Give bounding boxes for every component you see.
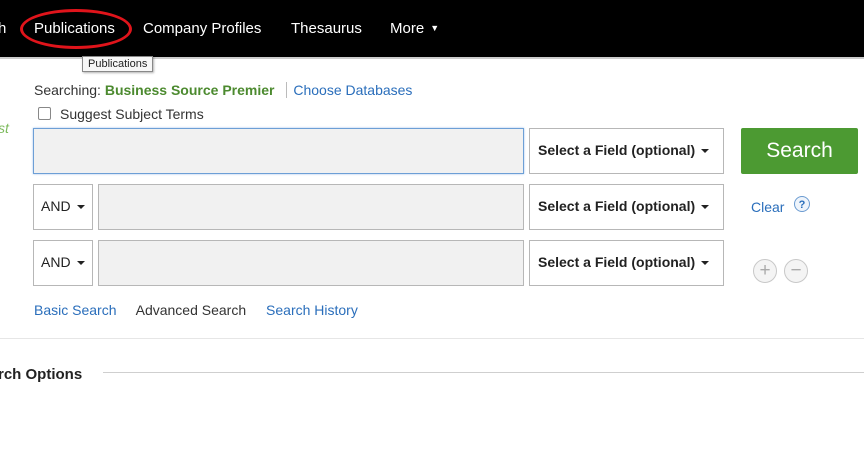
searching-line: Searching: Business Source Premier Choos… [34,82,412,98]
top-navigation-bar: h Publications Company Profiles Thesauru… [0,0,864,59]
field-select-label: Select a Field (optional) [538,142,696,158]
sidebar-fragment-text: st [0,120,9,136]
advanced-search-label: Advanced Search [135,302,247,318]
boolean-label: AND [41,198,71,214]
caret-down-icon [701,149,710,153]
searching-prefix: Searching: [34,82,101,98]
nav-item-thesaurus[interactable]: Thesaurus [291,20,362,37]
separator [286,82,288,98]
boolean-select-3[interactable]: AND [33,240,93,286]
suggest-subject-terms[interactable]: Suggest Subject Terms [38,106,204,122]
search-history-link[interactable]: Search History [266,302,358,318]
caret-down-icon [701,261,710,265]
suggest-checkbox[interactable] [38,107,51,120]
field-select-3[interactable]: Select a Field (optional) [529,240,724,286]
suggest-label: Suggest Subject Terms [60,106,204,122]
search-input-3[interactable] [98,240,524,286]
search-button[interactable]: Search [741,128,858,174]
basic-search-link[interactable]: Basic Search [34,302,116,318]
caret-down-icon: ▼ [430,23,440,33]
search-input-1[interactable] [33,128,524,174]
section-divider [103,372,864,373]
divider [0,338,864,339]
search-options-heading: rch Options [0,366,83,383]
tooltip-publications: Publications [82,56,154,72]
nav-item-more[interactable]: More ▼ [390,20,439,37]
field-select-1[interactable]: Select a Field (optional) [529,128,724,174]
nav-item-company-profiles[interactable]: Company Profiles [143,20,261,37]
field-select-label: Select a Field (optional) [538,254,696,270]
remove-row-icon[interactable]: − [784,259,808,283]
nav-item-search-cut[interactable]: h [0,20,6,37]
highlight-annotation-oval [20,9,132,49]
boolean-select-2[interactable]: AND [33,184,93,230]
boolean-label: AND [41,254,71,270]
database-name: Business Source Premier [104,82,275,98]
caret-down-icon [76,205,85,209]
caret-down-icon [76,261,85,265]
nav-more-label: More [390,20,425,37]
field-select-2[interactable]: Select a Field (optional) [529,184,724,230]
clear-link[interactable]: Clear [751,199,784,215]
choose-databases-link[interactable]: Choose Databases [293,82,412,98]
add-row-icon[interactable]: + [753,259,777,283]
caret-down-icon [701,205,710,209]
search-input-2[interactable] [98,184,524,230]
field-select-label: Select a Field (optional) [538,198,696,214]
help-icon[interactable]: ? [794,196,810,212]
search-mode-tabs: Basic Search Advanced Search Search Hist… [34,302,374,318]
